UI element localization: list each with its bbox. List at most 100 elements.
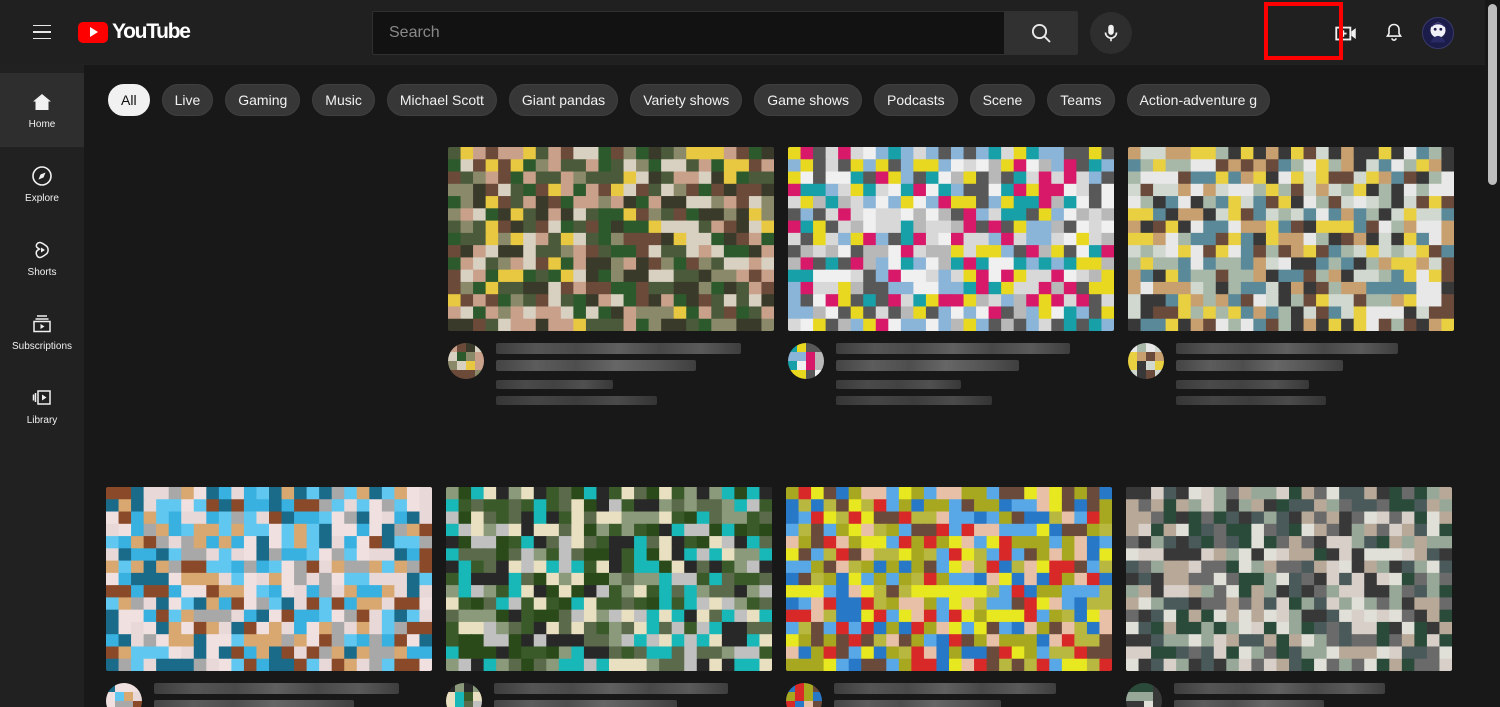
channel-avatar[interactable] (1126, 683, 1162, 707)
video-thumbnail[interactable] (1126, 487, 1452, 671)
video-thumbnail[interactable] (788, 147, 1114, 331)
video-title-line (834, 683, 1057, 694)
sidebar-item-shorts[interactable]: Shorts (0, 221, 84, 295)
video-stats-line (496, 396, 658, 405)
sidebar-item-label: Explore (25, 193, 59, 204)
filter-chip[interactable]: Teams (1047, 84, 1115, 116)
youtube-logo[interactable]: YouTube (78, 20, 191, 44)
sidebar-item-explore[interactable]: Explore (0, 147, 84, 221)
video-title-line (1174, 700, 1325, 707)
search-field-container[interactable] (372, 11, 1004, 55)
video-thumbnail[interactable] (448, 147, 774, 331)
video-title-line (836, 360, 1020, 371)
filter-chip[interactable]: Music (312, 84, 375, 116)
search-submit-button[interactable] (1004, 11, 1078, 55)
video-title-line (494, 700, 678, 707)
sidebar-item-label: Home (28, 119, 56, 130)
video-title-line (496, 343, 741, 354)
video-camera-plus-icon (1335, 26, 1356, 40)
video-thumbnail[interactable] (1128, 147, 1454, 331)
hamburger-menu-icon[interactable] (22, 12, 62, 52)
compass-icon (32, 166, 52, 186)
sidebar-item-subscriptions[interactable]: Subscriptions (0, 295, 84, 369)
avatar-icon (1423, 17, 1453, 48)
search-icon (1031, 23, 1051, 43)
video-thumbnail[interactable] (786, 487, 1112, 671)
video-title-line (1174, 683, 1386, 694)
video-title-line (496, 360, 697, 371)
video-title-line (494, 683, 728, 694)
video-card[interactable] (448, 147, 788, 411)
filter-chip[interactable]: Game shows (754, 84, 862, 116)
subscriptions-icon (33, 315, 51, 333)
page-scrollbar-thumb[interactable] (1488, 4, 1497, 185)
channel-avatar[interactable] (448, 343, 484, 379)
video-text-block (154, 683, 432, 707)
channel-name-line (496, 380, 613, 389)
notifications-button[interactable] (1374, 13, 1414, 53)
play-triangle (90, 27, 98, 37)
video-metadata (1126, 683, 1466, 707)
bell-icon (1385, 23, 1403, 41)
video-metadata (448, 343, 788, 411)
channel-avatar[interactable] (788, 343, 824, 379)
video-grid (84, 134, 1500, 707)
filter-chip[interactable]: Live (161, 84, 214, 116)
channel-avatar[interactable] (446, 683, 482, 707)
filter-chip[interactable]: All (108, 84, 150, 116)
create-video-button[interactable] (1326, 13, 1366, 53)
filter-chip[interactable]: Variety shows (630, 84, 743, 116)
sidebar-item-home[interactable]: Home (0, 73, 84, 147)
microphone-icon (1104, 24, 1118, 42)
home-icon (33, 94, 51, 110)
video-title-line (1176, 343, 1399, 354)
filter-chip-bar[interactable]: All Live Gaming Music Michael Scott Giant pan… (84, 66, 1500, 134)
video-title-line (1176, 360, 1343, 371)
sidebar-item-label: Library (26, 415, 58, 426)
account-avatar[interactable] (1422, 16, 1454, 49)
video-metadata (446, 683, 786, 707)
channel-name-line (1176, 380, 1310, 389)
channel-avatar[interactable] (1128, 343, 1164, 379)
video-card[interactable] (788, 147, 1128, 411)
channel-avatar[interactable] (106, 683, 142, 707)
channel-name-line (836, 380, 962, 389)
filter-chip[interactable]: Giant pandas (508, 84, 619, 116)
library-icon (32, 390, 51, 405)
video-metadata (1128, 343, 1468, 411)
video-thumbnail[interactable] (106, 487, 432, 671)
video-card[interactable] (786, 487, 1126, 707)
menu-line (33, 37, 51, 40)
search-input[interactable] (389, 24, 1004, 42)
video-thumbnail[interactable] (446, 487, 772, 671)
video-card[interactable] (446, 487, 786, 707)
left-sidebar: Home Explore Shorts Subscriptions Librar… (0, 65, 84, 707)
video-title-line (836, 343, 1070, 354)
video-metadata (786, 683, 1126, 707)
video-card[interactable] (1128, 147, 1468, 411)
youtube-play-icon (78, 21, 108, 43)
video-card[interactable] (106, 487, 446, 707)
youtube-homepage: YouTube Search Home Explore Shorts Subsc… (0, 0, 1500, 707)
filter-chip[interactable]: Podcasts (874, 84, 958, 116)
channel-avatar[interactable] (786, 683, 822, 707)
sidebar-item-label: Subscriptions (11, 341, 73, 352)
video-text-block (1174, 683, 1452, 707)
filter-chip[interactable]: Michael Scott (386, 84, 497, 116)
video-card[interactable] (1126, 487, 1466, 707)
video-title-line (154, 683, 399, 694)
video-row (106, 487, 1466, 707)
video-metadata (106, 683, 446, 707)
search-bar (372, 11, 1078, 55)
filter-chip[interactable]: Action-adventure g (1126, 84, 1271, 116)
video-text-block (836, 343, 1114, 411)
youtube-logo-text: YouTube (112, 20, 191, 43)
voice-search-button[interactable] (1090, 12, 1132, 54)
page-scrollbar-track[interactable] (1485, 0, 1500, 707)
video-text-block (834, 683, 1112, 707)
sidebar-item-label: Shorts (27, 267, 57, 278)
video-title-line (834, 700, 1001, 707)
filter-chip[interactable]: Scene (969, 84, 1036, 116)
sidebar-item-library[interactable]: Library (0, 369, 84, 443)
filter-chip[interactable]: Gaming (225, 84, 301, 116)
